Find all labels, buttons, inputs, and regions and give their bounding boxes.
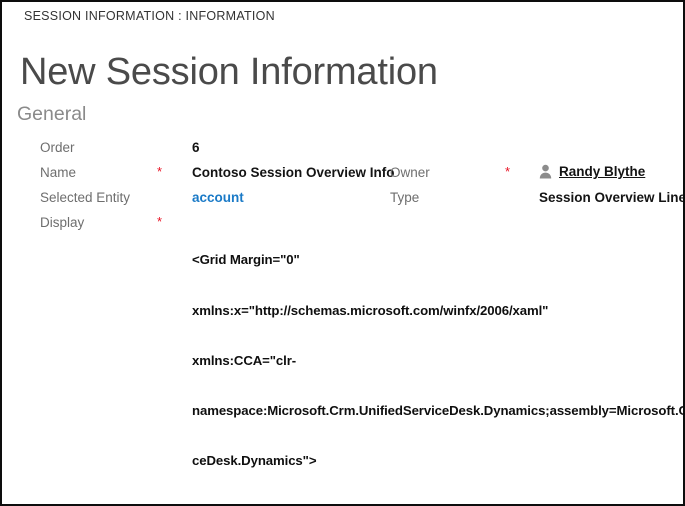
field-label-display: Display <box>40 215 85 230</box>
required-asterisk-owner: * <box>505 164 511 179</box>
required-asterisk-display: * <box>157 214 163 229</box>
section-heading-general: General <box>17 103 87 125</box>
xaml-line: xmlns:CCA="clr- <box>192 352 297 368</box>
field-value-selected-entity-link[interactable]: account <box>192 190 244 205</box>
owner-name-link[interactable]: Randy Blythe <box>559 164 645 179</box>
field-label-order: Order <box>40 140 75 155</box>
page-title: New Session Information <box>20 51 438 94</box>
display-xaml-textarea[interactable]: <Grid Margin="0" xmlns:x="http://schemas… <box>192 219 683 504</box>
field-value-order: 6 <box>192 140 200 155</box>
field-label-name: Name <box>40 165 77 180</box>
xaml-line: xmlns:x="http://schemas.microsoft.com/wi… <box>192 302 549 318</box>
field-value-name[interactable]: Contoso Session Overview Info <box>192 165 395 180</box>
required-asterisk-name: * <box>157 164 163 179</box>
session-information-form-window: SESSION INFORMATION : INFORMATION New Se… <box>0 0 685 506</box>
xaml-line: namespace:Microsoft.Crm.UnifiedServiceDe… <box>192 402 683 418</box>
form-content-area: SESSION INFORMATION : INFORMATION New Se… <box>2 2 683 504</box>
xaml-line: <Grid.RowDefinitions> <box>192 503 683 504</box>
field-label-owner: Owner <box>390 165 430 180</box>
xaml-line: ceDesk.Dynamics"> <box>192 452 317 468</box>
breadcrumb: SESSION INFORMATION : INFORMATION <box>24 9 275 23</box>
field-label-type: Type <box>390 190 420 205</box>
xaml-line: <Grid Margin="0" <box>192 252 300 268</box>
field-value-type: Session Overview Line <box>539 190 683 205</box>
person-icon <box>539 164 552 179</box>
field-label-selected-entity: Selected Entity <box>40 190 131 205</box>
owner-lookup-value[interactable]: Randy Blythe <box>539 164 645 179</box>
